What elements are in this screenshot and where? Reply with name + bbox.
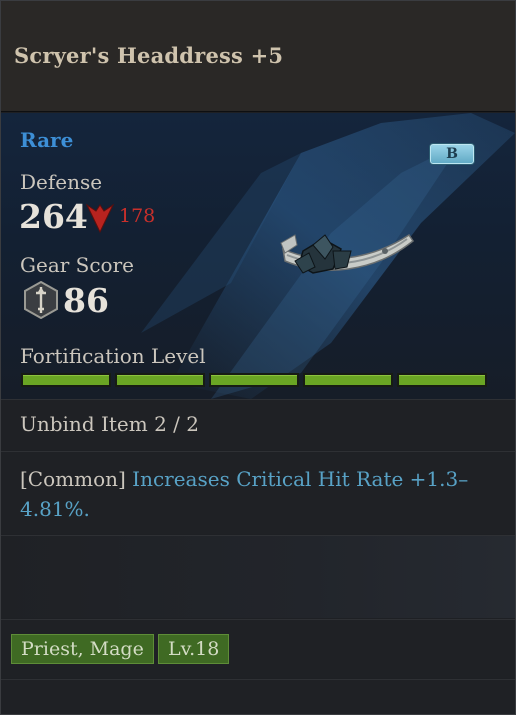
- fortification-segment: [209, 373, 299, 387]
- empty-section: [1, 536, 515, 618]
- defense-label: Defense: [20, 170, 103, 194]
- effect-prefix: [Common]: [20, 467, 126, 491]
- item-tooltip: Scryer's Headdress +5 Rare B Defense 264…: [0, 0, 516, 715]
- effect-section: [Common] Increases Critical Hit Rate +1.…: [1, 452, 515, 534]
- title-bar: Scryer's Headdress +5: [1, 1, 515, 112]
- gear-score-icon: [24, 281, 58, 319]
- footer-section: [1, 680, 515, 714]
- headdress-item-image: [280, 233, 415, 274]
- fortification-segment: [303, 373, 393, 387]
- gear-score-value: 86: [63, 281, 109, 320]
- fortification-segment: [115, 373, 205, 387]
- unbind-text: Unbind Item 2 / 2: [20, 412, 199, 436]
- fortification-segment: [21, 373, 111, 387]
- rarity-label: Rare: [20, 128, 74, 152]
- fortification-bar: [21, 373, 487, 387]
- item-stats-panel: Rare B Defense 264 178 Gear Score 86 For…: [1, 113, 515, 399]
- gear-score-label: Gear Score: [20, 253, 134, 277]
- level-requirement-tag: Lv.18: [158, 634, 230, 664]
- unbind-section: Unbind Item 2 / 2: [1, 400, 515, 450]
- fortification-segment: [397, 373, 487, 387]
- effect-text: [Common] Increases Critical Hit Rate +1.…: [20, 464, 495, 524]
- arrow-down-icon: [86, 203, 114, 233]
- fortification-label: Fortification Level: [20, 344, 206, 368]
- defense-diff: 178: [119, 205, 156, 227]
- class-requirement-tag: Priest, Mage: [11, 634, 154, 664]
- defense-value: 264: [19, 197, 88, 236]
- grade-badge: B: [429, 143, 475, 165]
- item-name: Scryer's Headdress +5: [14, 43, 284, 68]
- requirements-section: Priest, Mage Lv.18: [1, 620, 515, 678]
